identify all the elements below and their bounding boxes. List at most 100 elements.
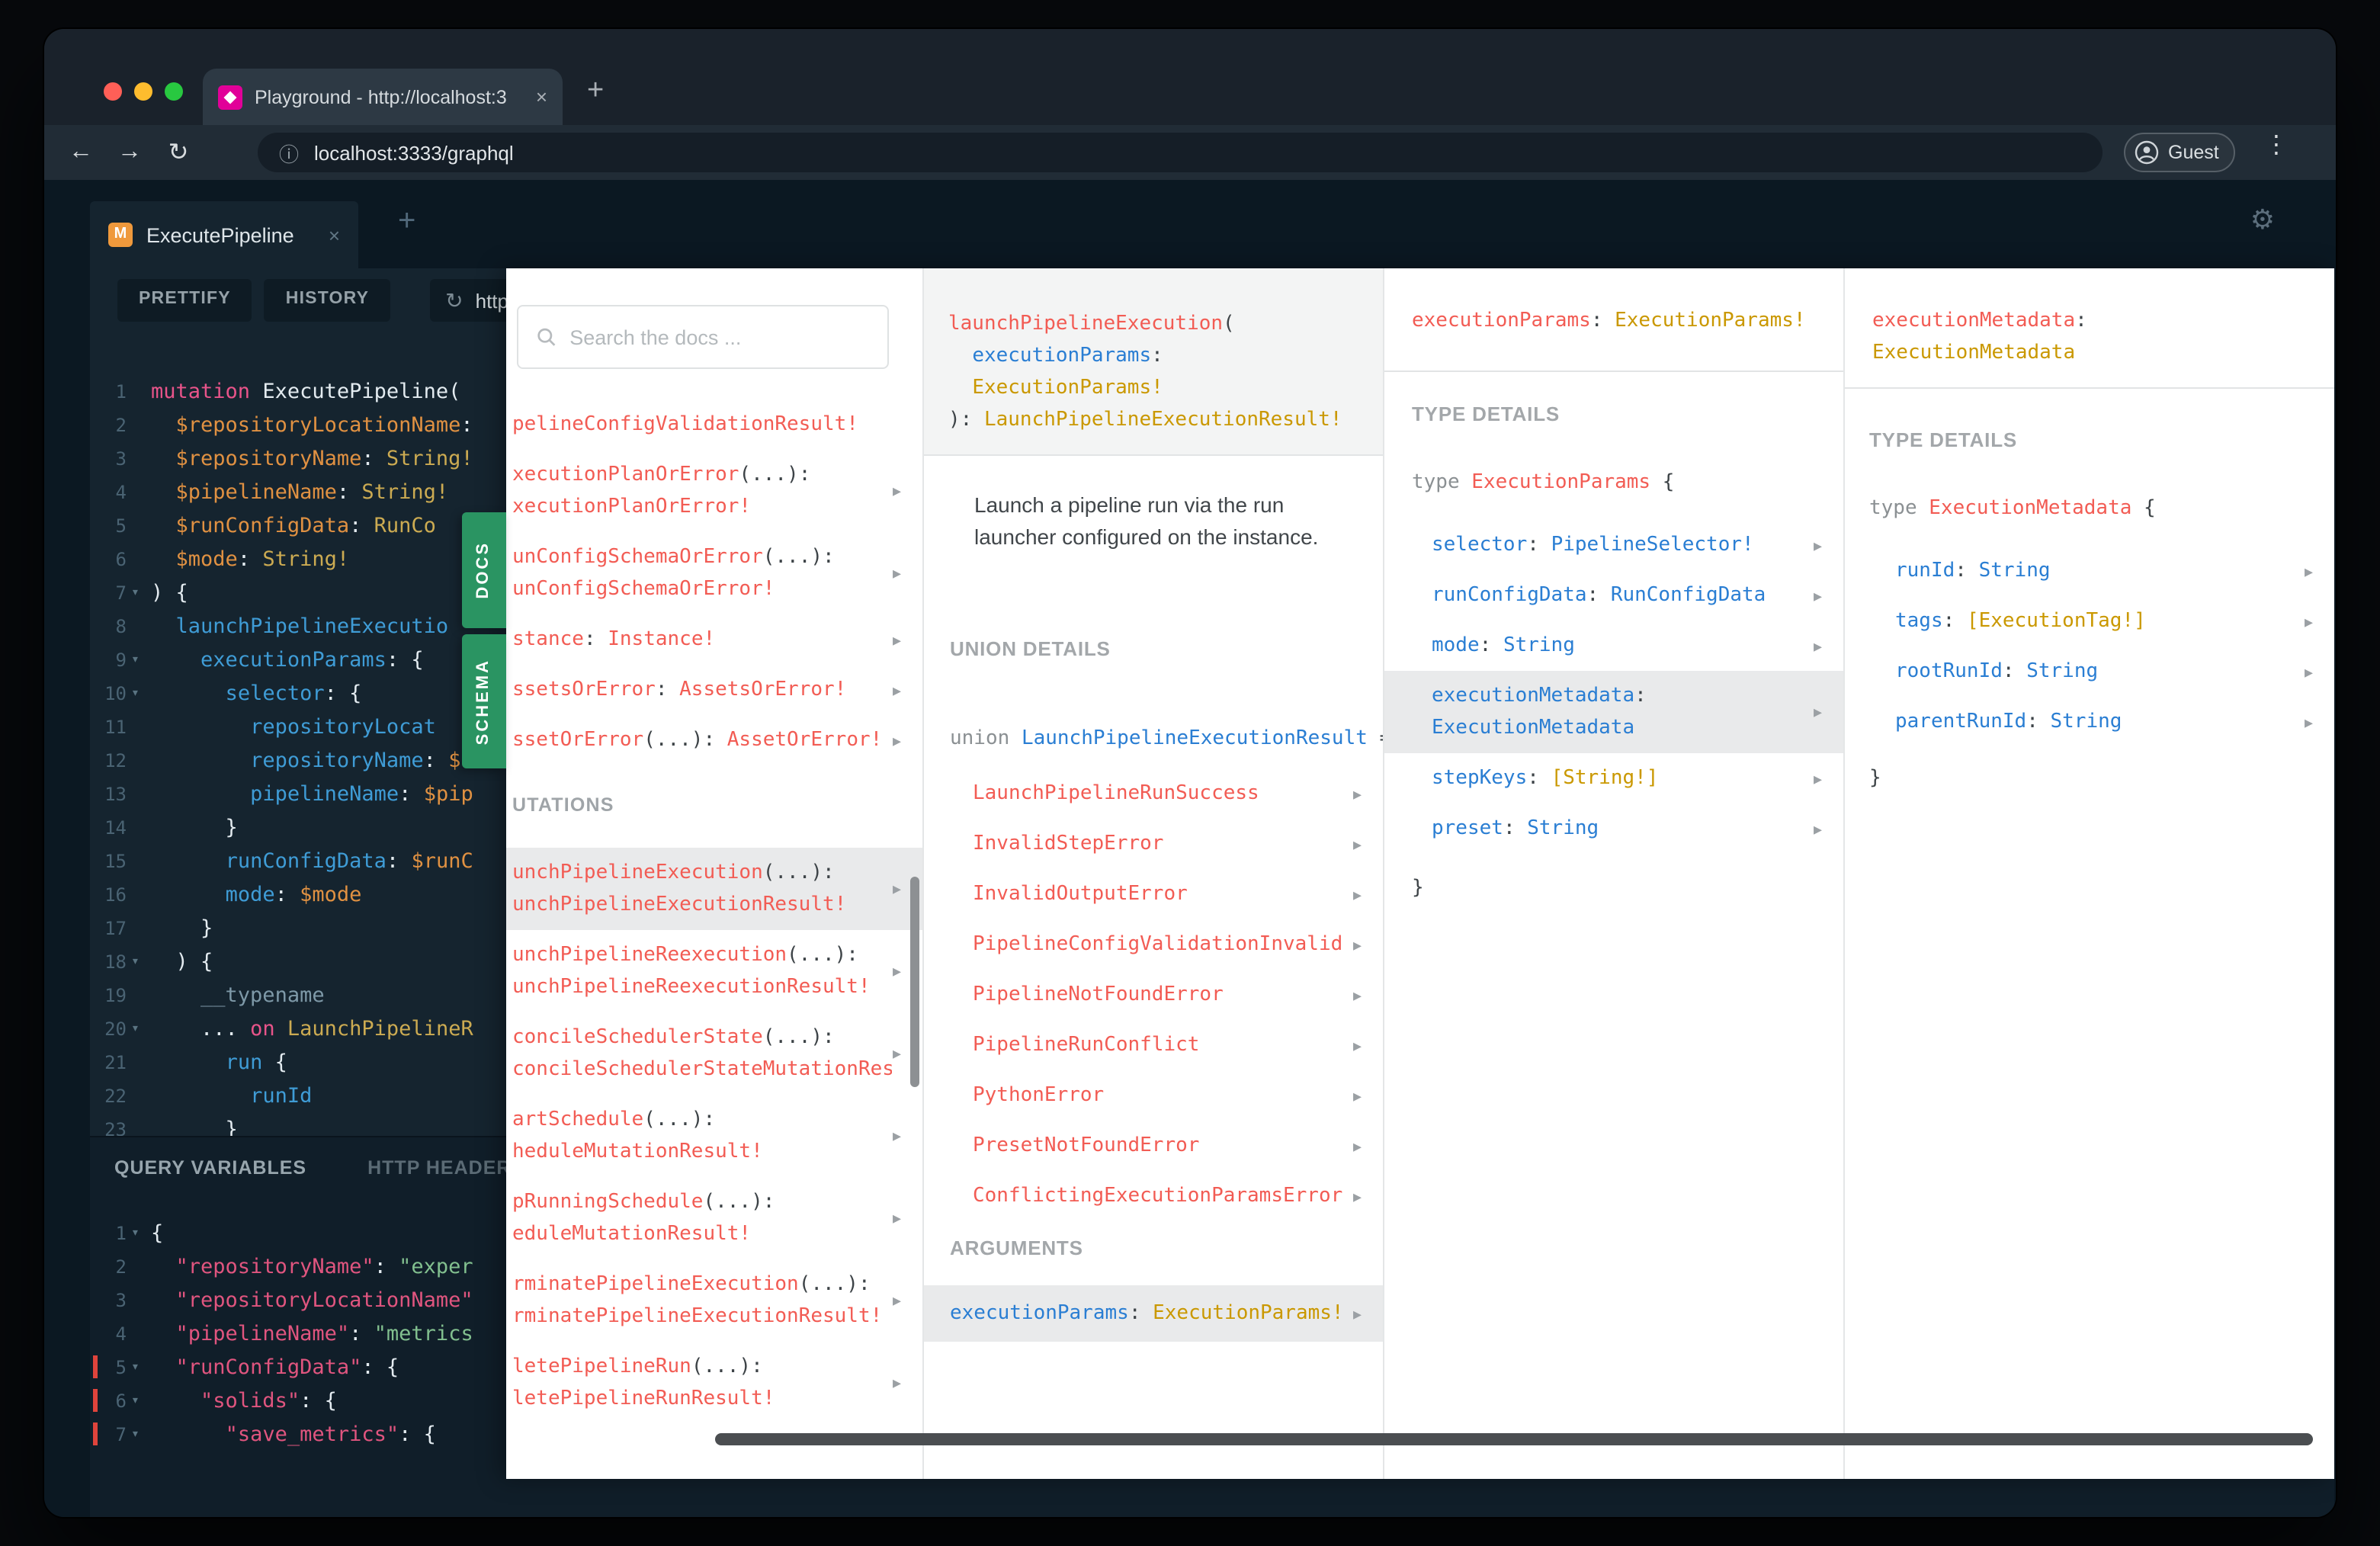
new-tab-button[interactable]: + — [587, 75, 604, 108]
back-button[interactable]: ← — [56, 139, 105, 166]
endpoint-reload-icon[interactable]: ↻ — [445, 287, 463, 313]
session-tab[interactable]: M ExecutePipeline × — [90, 201, 358, 268]
fold-caret-icon[interactable]: ▾ — [131, 1351, 140, 1384]
docs-list-item[interactable]: rminatePipelineExecution(...): rminatePip… — [506, 1259, 922, 1342]
type-field-row[interactable]: tags: [ExecutionTag!] ▸ — [1845, 596, 2334, 646]
chevron-right-icon: ▸ — [1352, 1087, 1362, 1105]
union-type-item[interactable]: PythonError ▸ — [924, 1070, 1383, 1121]
type-field-row[interactable]: runConfigData: RunConfigData ▸ — [1384, 570, 1843, 621]
browser-menu-icon[interactable]: ⋮ — [2264, 130, 2289, 160]
fold-caret-icon[interactable]: ▾ — [131, 1384, 140, 1418]
argument-row[interactable]: executionParams: ExecutionParams! ▸ — [924, 1285, 1383, 1342]
docs-header-line[interactable]: ): LaunchPipelineExecutionResult! — [924, 404, 1383, 436]
chevron-right-icon: ▸ — [1352, 785, 1362, 803]
union-type-item[interactable]: PipelineConfigValidationInvalid ▸ — [924, 919, 1383, 970]
traffic-light-minimize[interactable] — [134, 82, 152, 101]
chevron-right-icon: ▸ — [1352, 1305, 1362, 1323]
docs-list-item[interactable]: concileSchedulerState(...): concileSchedu… — [506, 1012, 922, 1095]
type-field-row[interactable]: rootRunId: String ▸ — [1845, 646, 2334, 697]
http-headers-label[interactable]: HTTP HEADERS — [367, 1158, 524, 1178]
reload-button[interactable]: ↻ — [154, 137, 203, 168]
docs-list-item[interactable]: ssetsOrError: AssetsOrError! ▸ — [506, 665, 922, 715]
chevron-right-icon: ▸ — [1352, 986, 1362, 1005]
search-icon — [537, 328, 556, 346]
fold-caret-icon[interactable]: ▾ — [131, 1418, 140, 1451]
chevron-right-icon: ▸ — [2304, 613, 2313, 631]
union-type-item[interactable]: InvalidStepError ▸ — [924, 819, 1383, 869]
chevron-right-icon: ▸ — [892, 880, 901, 899]
docs-vertical-scrollbar[interactable] — [910, 877, 919, 1087]
docs-tab[interactable]: DOCS — [462, 512, 506, 628]
docs-header-line[interactable]: executionMetadata: ExecutionMetadata — [1845, 305, 2334, 369]
site-info-icon[interactable]: ⓘ — [279, 138, 299, 167]
session-tab-close-icon[interactable]: × — [329, 223, 340, 246]
traffic-light-close[interactable] — [104, 82, 122, 101]
traffic-light-zoom[interactable] — [165, 82, 183, 101]
type-field-row[interactable]: preset: String ▸ — [1384, 803, 1843, 854]
docs-header-line[interactable]: ExecutionParams! — [924, 372, 1383, 404]
union-declaration: union LaunchPipelineExecutionResult = — [950, 727, 1383, 750]
chevron-right-icon: ▸ — [1352, 936, 1362, 954]
chevron-right-icon: ▸ — [1352, 836, 1362, 854]
type-field-row[interactable]: mode: String ▸ — [1384, 621, 1843, 671]
union-type-item[interactable]: LaunchPipelineRunSuccess ▸ — [924, 768, 1383, 819]
fold-caret-icon[interactable]: ▾ — [131, 1217, 140, 1250]
union-type-item[interactable]: InvalidOutputError ▸ — [924, 869, 1383, 919]
docs-search-input[interactable] — [569, 326, 869, 348]
type-close-brace: } — [1869, 767, 1881, 790]
docs-list-item[interactable]: unConfigSchemaOrError(...): unConfigSchem… — [506, 532, 922, 614]
chevron-right-icon: ▸ — [892, 483, 901, 501]
type-field-row[interactable]: runId: String ▸ — [1845, 546, 2334, 596]
schema-tab[interactable]: SCHEMA — [462, 634, 506, 768]
browser-tab[interactable]: Playground - http://localhost:3 × — [203, 69, 563, 125]
docs-header-line[interactable]: executionParams: ExecutionParams! — [1384, 305, 1843, 337]
chevron-right-icon: ▸ — [892, 732, 901, 750]
playground-favicon — [218, 85, 242, 109]
fold-caret-icon[interactable]: ▾ — [131, 945, 140, 979]
forward-button[interactable]: → — [105, 139, 154, 166]
union-details-label: UNION DETAILS — [950, 637, 1111, 660]
tab-close-icon[interactable]: × — [536, 85, 547, 108]
docs-header-line[interactable]: executionParams: — [924, 340, 1383, 372]
docs-list-item[interactable]: unchPipelineExecution(...): unchPipelineE… — [506, 848, 922, 930]
docs-list-item[interactable]: xecutionPlanOrError(...): xecutionPlanOrE… — [506, 450, 922, 532]
union-type-item[interactable]: PresetNotFoundError ▸ — [924, 1121, 1383, 1171]
prettify-button[interactable]: PRETTIFY — [117, 279, 252, 322]
docs-list-item[interactable]: pelineConfigValidationResult! — [506, 399, 922, 450]
fold-caret-icon[interactable]: ▾ — [131, 677, 140, 710]
type-details-label: TYPE DETAILS — [1869, 428, 2018, 451]
union-type-item[interactable]: PipelineRunConflict ▸ — [924, 1020, 1383, 1070]
chevron-right-icon: ▸ — [1813, 537, 1822, 555]
address-bar[interactable]: ⓘ localhost:3333/graphql — [258, 133, 2103, 172]
fold-caret-icon[interactable]: ▾ — [131, 643, 140, 677]
query-variables-label[interactable]: QUERY VARIABLES — [114, 1158, 306, 1178]
url-text: localhost:3333/graphql — [314, 141, 514, 164]
docs-header-line[interactable]: launchPipelineExecution( — [924, 308, 1383, 340]
chevron-right-icon: ▸ — [1813, 770, 1822, 788]
browser-window: Playground - http://localhost:3 × + ← → … — [44, 29, 2336, 1517]
type-field-row[interactable]: executionMetadata: ExecutionMetadata ▸ — [1384, 671, 1843, 753]
playground-new-tab-button[interactable]: + — [398, 204, 415, 239]
type-signature-header: executionParams: ExecutionParams! — [1384, 268, 1843, 372]
chevron-right-icon: ▸ — [892, 682, 901, 700]
union-type-item[interactable]: ConflictingExecutionParamsError ▸ — [924, 1171, 1383, 1221]
docs-list-item[interactable]: artSchedule(...): heduleMutationResult! ▸ — [506, 1095, 922, 1177]
history-button[interactable]: HISTORY — [264, 279, 391, 322]
profile-button[interactable]: Guest — [2124, 133, 2236, 172]
fold-caret-icon[interactable]: ▾ — [131, 576, 140, 610]
type-field-row[interactable]: parentRunId: String ▸ — [1845, 697, 2334, 747]
fold-caret-icon[interactable]: ▾ — [131, 1012, 140, 1046]
docs-search[interactable] — [517, 305, 889, 369]
docs-list-item[interactable]: unchPipelineReexecution(...): unchPipelin… — [506, 930, 922, 1012]
docs-list-item[interactable]: pRunningSchedule(...): eduleMutationResul… — [506, 1177, 922, 1259]
union-type-item[interactable]: PipelineNotFoundError ▸ — [924, 970, 1383, 1020]
docs-list-item[interactable]: letePipelineRun(...): letePipelineRunResu… — [506, 1342, 922, 1424]
chevron-right-icon: ▸ — [1352, 1188, 1362, 1206]
docs-horizontal-scrollbar[interactable] — [715, 1433, 2313, 1445]
type-field-row[interactable]: selector: PipelineSelector! ▸ — [1384, 520, 1843, 570]
docs-list-item[interactable]: ssetOrError(...): AssetOrError! ▸ — [506, 715, 922, 765]
type-field-row[interactable]: stepKeys: [String!] ▸ — [1384, 753, 1843, 803]
docs-list-item[interactable]: stance: Instance! ▸ — [506, 614, 922, 665]
settings-gear-icon[interactable]: ⚙ — [2250, 204, 2275, 236]
playground-topbar: M ExecutePipeline × + ⚙ — [44, 180, 2336, 268]
